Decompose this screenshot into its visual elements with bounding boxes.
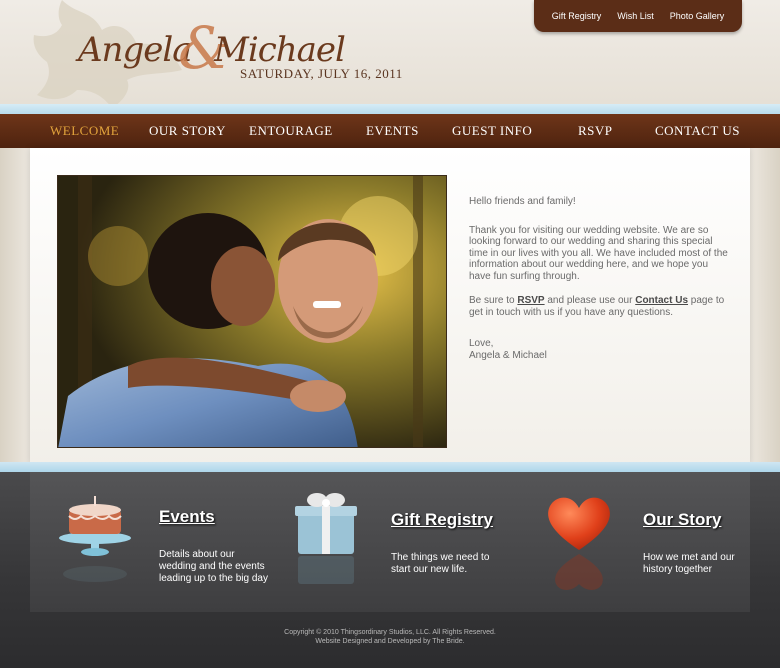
nav-events[interactable]: EVENTS [366,123,419,139]
site-header: Angela & Michael SATURDAY, JULY 16, 2011… [0,0,780,104]
welcome-message: Hello friends and family! Thank you for … [469,196,731,374]
welcome-greeting: Hello friends and family! [469,196,576,207]
top-link-gift-registry[interactable]: Gift Registry [552,11,602,21]
top-links-bar: Gift Registry Wish List Photo Gallery [534,0,742,32]
feature-events-title[interactable]: Events [159,507,215,527]
features-panel [30,472,750,612]
nav-welcome[interactable]: WELCOME [50,123,119,139]
nav-our-story[interactable]: OUR STORY [149,123,226,139]
divider-strip [0,104,780,114]
nav-entourage[interactable]: ENTOURAGE [249,123,333,139]
nav-rsvp[interactable]: RSVP [578,123,613,139]
credits-line: Website Designed and Developed by The Br… [315,638,465,645]
feature-our-story-title[interactable]: Our Story [643,510,721,530]
feature-gift-registry-title[interactable]: Gift Registry [391,510,493,530]
welcome-paragraph: Thank you for visiting our wedding websi… [469,224,728,282]
nav-guest-info[interactable]: GUEST INFO [452,123,532,139]
top-link-photo-gallery[interactable]: Photo Gallery [670,11,725,21]
divider-strip-bottom [0,462,780,472]
main-nav: WELCOME OUR STORY ENTOURAGE EVENTS GUEST… [0,114,780,148]
top-link-wish-list[interactable]: Wish List [617,11,654,21]
feature-events-desc: Details about our wedding and the events… [159,549,268,584]
cake-icon[interactable] [55,492,135,602]
logo-name-michael: Michael [214,30,346,70]
logo-name-angela: Angela [78,30,192,70]
welcome-signature: Angela & Michael [469,349,547,361]
heart-icon[interactable] [542,492,616,602]
contact-us-link[interactable]: Contact Us [635,295,688,306]
wedding-date: SATURDAY, JULY 16, 2011 [240,66,403,81]
welcome-signoff: Love, Angela & Michael [469,338,547,361]
feature-our-story-desc: How we met and our history together [643,552,735,575]
couple-photo [57,175,447,448]
welcome-paragraph-links: Be sure to RSVP and please use our Conta… [469,295,725,318]
nav-contact-us[interactable]: CONTACT US [655,123,740,139]
feature-gift-registry-desc: The things we need to start our new life… [391,552,490,575]
copyright-line: Copyright © 2010 Thingsordinary Studios,… [284,629,496,636]
gift-box-icon[interactable] [293,490,359,600]
rsvp-link[interactable]: RSVP [517,295,544,306]
copyright-text: Copyright © 2010 Thingsordinary Studios,… [0,628,780,646]
